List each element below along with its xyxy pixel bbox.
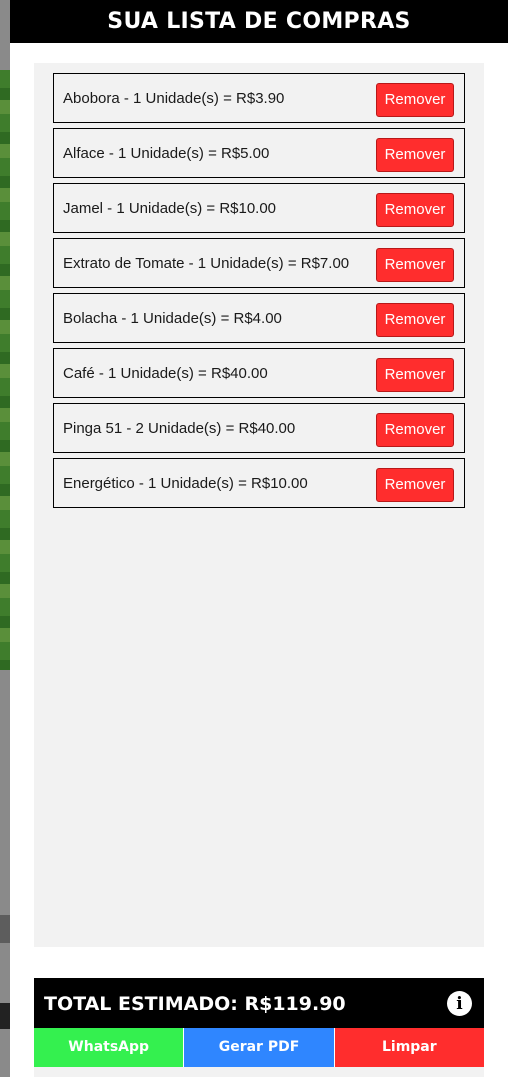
generate-pdf-button[interactable]: Gerar PDF <box>184 1028 334 1067</box>
remove-button[interactable]: Remover <box>376 137 454 172</box>
item-text: Jamel - 1 Unidade(s) = R$10.00 <box>63 199 277 217</box>
bottom-strip <box>34 1067 484 1077</box>
info-icon[interactable]: i <box>447 991 472 1016</box>
list-item: Energético - 1 Unidade(s) = R$10.00 Remo… <box>53 458 465 508</box>
action-buttons: WhatsApp Gerar PDF Limpar <box>34 1028 484 1067</box>
item-text: Abobora - 1 Unidade(s) = R$3.90 <box>63 89 285 107</box>
background-page <box>0 0 10 1077</box>
list-item: Alface - 1 Unidade(s) = R$5.00 Remover <box>53 128 465 178</box>
item-text: Café - 1 Unidade(s) = R$40.00 <box>63 364 268 382</box>
item-text: Alface - 1 Unidade(s) = R$5.00 <box>63 144 270 162</box>
remove-button[interactable]: Remover <box>376 412 454 447</box>
shopping-list-modal: SUA LISTA DE COMPRAS Abobora - 1 Unidade… <box>10 0 508 1077</box>
background-image <box>0 70 10 670</box>
list-item: Pinga 51 - 2 Unidade(s) = R$40.00 Remove… <box>53 403 465 453</box>
total-bar: TOTAL ESTIMADO: R$119.90 i <box>34 978 484 1028</box>
remove-button[interactable]: Remover <box>376 302 454 337</box>
total-estimate: TOTAL ESTIMADO: R$119.90 <box>44 993 346 1015</box>
item-text: Extrato de Tomate - 1 Unidade(s) = R$7.0… <box>63 254 350 272</box>
shopping-list: Abobora - 1 Unidade(s) = R$3.90 Remover … <box>34 63 484 947</box>
list-item: Extrato de Tomate - 1 Unidade(s) = R$7.0… <box>53 238 465 288</box>
remove-button[interactable]: Remover <box>376 192 454 227</box>
list-item: Jamel - 1 Unidade(s) = R$10.00 Remover <box>53 183 465 233</box>
remove-button[interactable]: Remover <box>376 467 454 502</box>
modal-title: SUA LISTA DE COMPRAS <box>10 0 508 43</box>
list-item: Bolacha - 1 Unidade(s) = R$4.00 Remover <box>53 293 465 343</box>
remove-button[interactable]: Remover <box>376 357 454 392</box>
whatsapp-button[interactable]: WhatsApp <box>34 1028 184 1067</box>
item-text: Pinga 51 - 2 Unidade(s) = R$40.00 <box>63 419 296 437</box>
remove-button[interactable]: Remover <box>376 247 454 282</box>
remove-button[interactable]: Remover <box>376 82 454 117</box>
list-item: Café - 1 Unidade(s) = R$40.00 Remover <box>53 348 465 398</box>
item-text: Energético - 1 Unidade(s) = R$10.00 <box>63 474 308 492</box>
background-band <box>0 915 10 943</box>
background-band <box>0 1003 10 1029</box>
clear-button[interactable]: Limpar <box>334 1028 484 1067</box>
item-text: Bolacha - 1 Unidade(s) = R$4.00 <box>63 309 282 327</box>
list-item: Abobora - 1 Unidade(s) = R$3.90 Remover <box>53 73 465 123</box>
